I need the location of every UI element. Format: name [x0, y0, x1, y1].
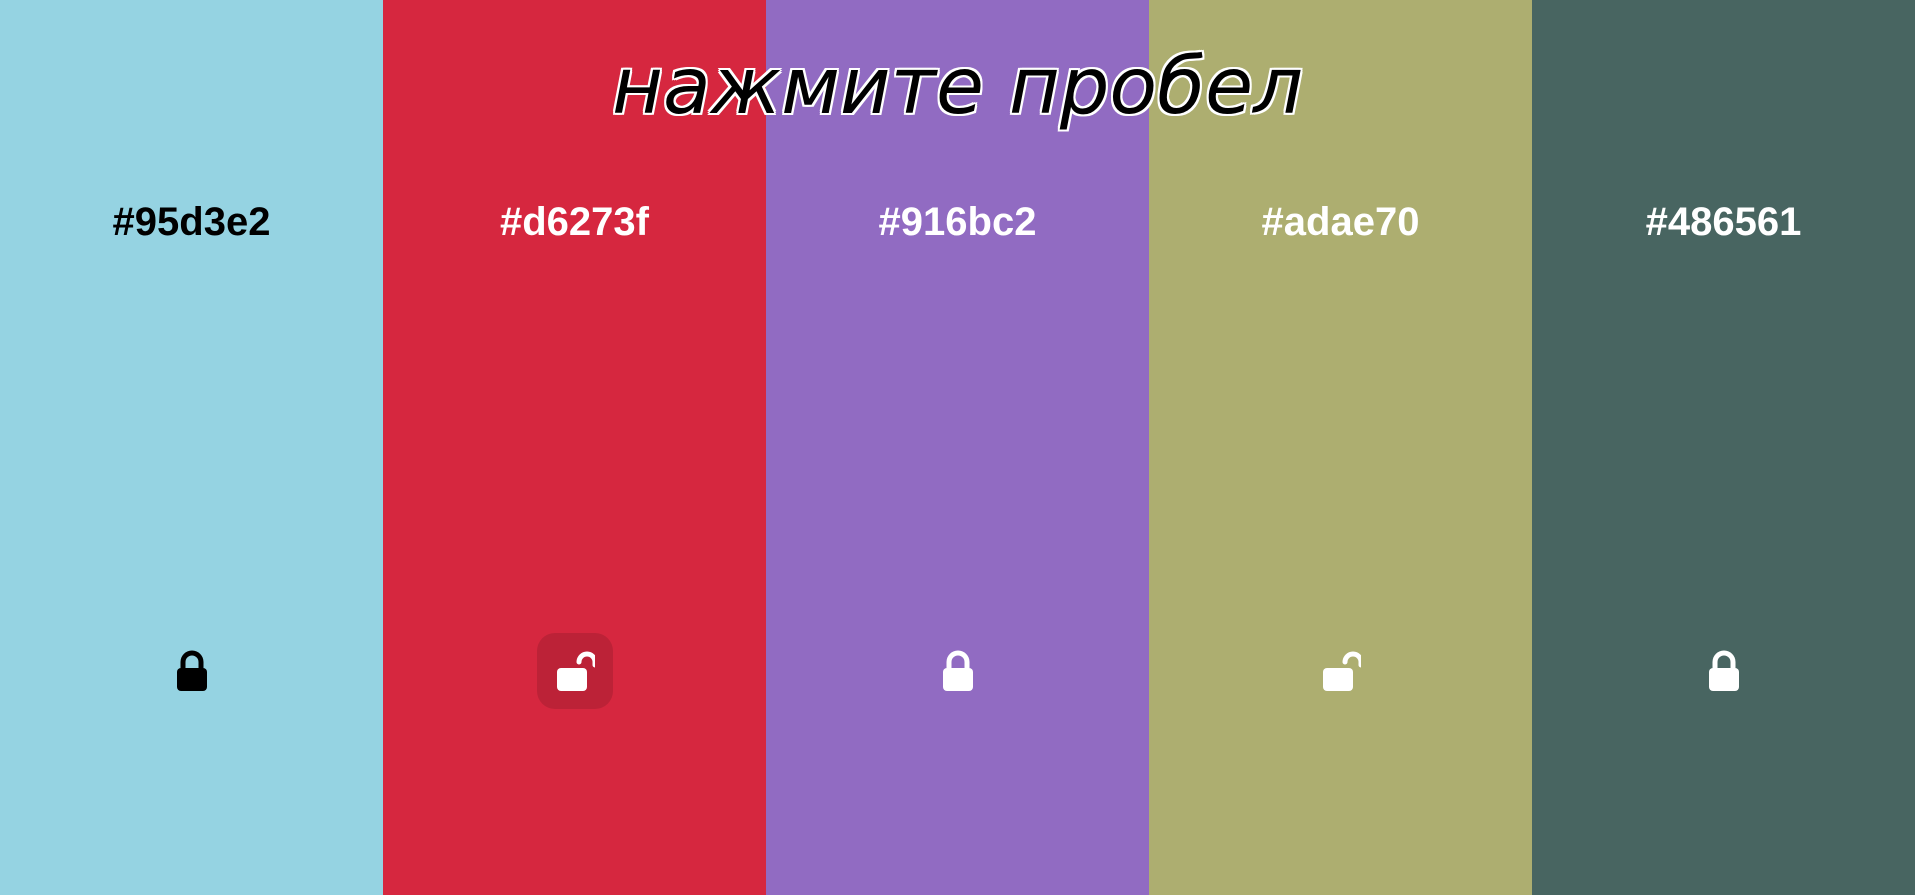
lock-toggle-button[interactable] [536, 633, 613, 709]
lock-toggle-button[interactable] [1686, 633, 1762, 709]
color-column-4: #adae70 [1149, 0, 1532, 895]
color-hex-label[interactable]: #486561 [1532, 200, 1915, 245]
color-hex-label[interactable]: #adae70 [1149, 200, 1532, 245]
lock-toggle-button[interactable] [920, 633, 996, 709]
color-columns: #95d3e2 #d6273f #916bc2 #adae70 #486561 [0, 0, 1915, 895]
color-column-1: #95d3e2 [0, 0, 383, 895]
color-hex-label[interactable]: #916bc2 [766, 200, 1149, 245]
lock-closed-icon [176, 650, 207, 691]
lock-toggle-button[interactable] [154, 633, 230, 709]
lock-open-icon [556, 651, 595, 691]
lock-closed-icon [1708, 650, 1739, 691]
color-column-5: #486561 [1532, 0, 1915, 895]
lock-open-icon [1322, 651, 1361, 691]
color-column-3: #916bc2 [766, 0, 1149, 895]
color-hex-label[interactable]: #95d3e2 [0, 200, 383, 245]
palette-app: #95d3e2 #d6273f #916bc2 #adae70 #486561 … [0, 0, 1915, 895]
lock-closed-icon [942, 650, 973, 691]
color-column-2: #d6273f [383, 0, 766, 895]
lock-toggle-button[interactable] [1303, 633, 1379, 709]
color-hex-label[interactable]: #d6273f [383, 200, 766, 245]
